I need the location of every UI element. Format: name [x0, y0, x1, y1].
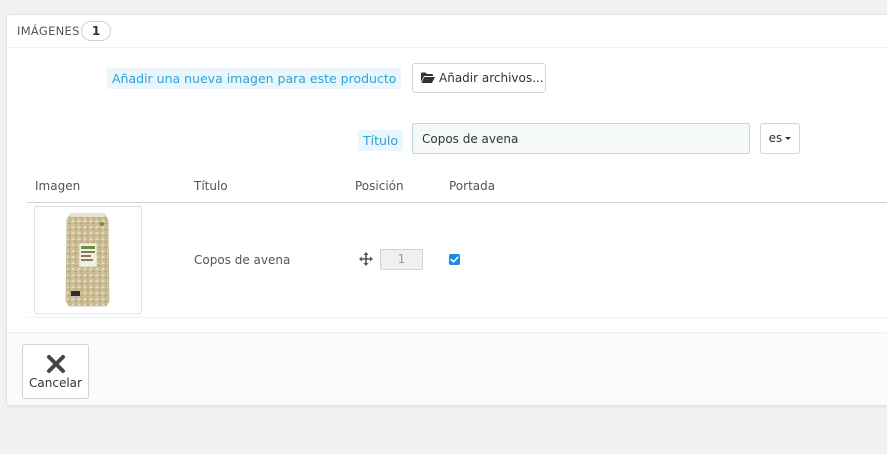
- language-dropdown[interactable]: es: [760, 123, 800, 154]
- title-label: Título: [358, 130, 404, 151]
- image-title-cell: Copos de avena: [194, 253, 291, 267]
- column-header-image: Imagen: [35, 179, 81, 193]
- column-header-cover: Portada: [449, 179, 496, 193]
- panel-title: Imágenes: [17, 24, 80, 38]
- position-input[interactable]: 1: [380, 249, 423, 270]
- cancel-button-label: Cancelar: [29, 376, 82, 390]
- cover-checkbox[interactable]: [449, 254, 460, 265]
- add-files-button-label: Añadir archivos...: [439, 71, 544, 85]
- product-image-thumbnail: [34, 206, 142, 314]
- close-icon: [46, 355, 65, 373]
- oat-flakes-bag-image: [65, 213, 110, 307]
- column-header-position: Posición: [355, 179, 404, 193]
- image-count-badge: 1: [81, 21, 111, 41]
- cancel-button[interactable]: Cancelar: [22, 344, 89, 399]
- checkmark-icon: [450, 256, 459, 263]
- table-header-divider: [27, 202, 887, 203]
- caret-down-icon: [785, 137, 792, 140]
- language-value: es: [768, 131, 783, 145]
- panel-footer: Cancelar: [7, 332, 887, 405]
- add-files-button[interactable]: Añadir archivos...: [412, 63, 546, 93]
- table-row-divider: [27, 317, 887, 318]
- title-input[interactable]: [412, 123, 750, 154]
- panel-heading: Imágenes 1: [7, 15, 887, 48]
- images-panel: Imágenes 1 Añadir una nueva imagen para …: [6, 14, 887, 406]
- column-header-title: Título: [194, 179, 228, 193]
- folder-open-icon: [421, 72, 435, 83]
- add-image-label: Añadir una nueva imagen para este produc…: [107, 68, 402, 89]
- move-icon[interactable]: [359, 252, 373, 266]
